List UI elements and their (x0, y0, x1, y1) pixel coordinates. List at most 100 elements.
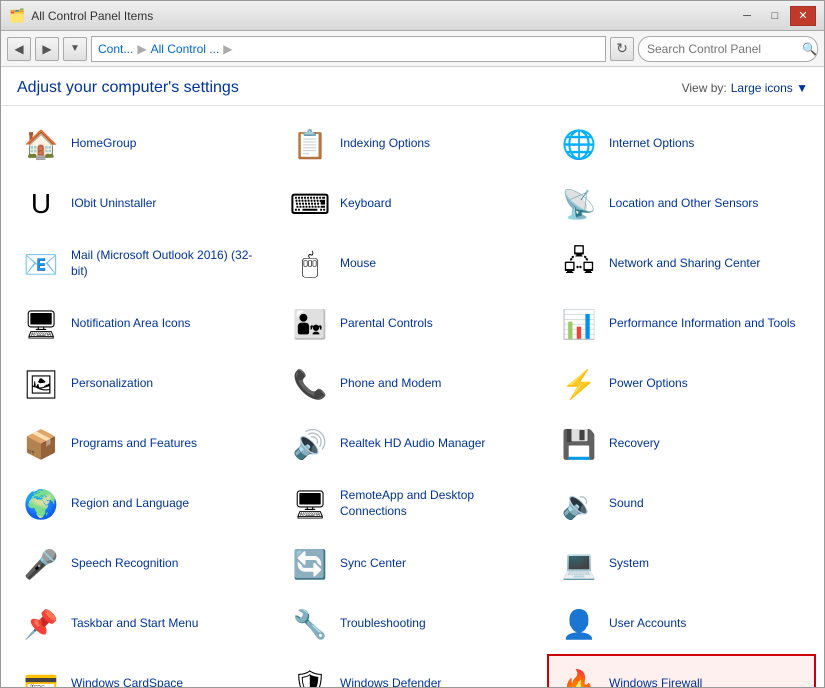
label-sync-center: Sync Center (340, 556, 406, 572)
item-indexing-options[interactable]: 📋 Indexing Options (278, 114, 547, 174)
item-network-sharing[interactable]: 🖧 Network and Sharing Center (547, 234, 816, 294)
view-by-control: View by: Large icons ▼ (682, 81, 808, 95)
search-input[interactable] (647, 42, 802, 56)
icon-user-accounts: 👤 (559, 604, 599, 644)
label-phone-modem: Phone and Modem (340, 376, 441, 392)
label-parental-controls: Parental Controls (340, 316, 433, 332)
title-bar-controls: ─ □ ✕ (734, 6, 816, 26)
label-network-sharing: Network and Sharing Center (609, 256, 760, 272)
item-personalization[interactable]: 🖼 Personalization (9, 354, 278, 414)
item-location-sensors[interactable]: 📡Location and Other Sensors (547, 174, 816, 234)
header-bar: Adjust your computer's settings View by:… (1, 67, 824, 106)
icon-recovery: 💾 (559, 424, 599, 464)
main-window: 🗂️ All Control Panel Items ─ □ ✕ ◀ ▶ ▼ C… (0, 0, 825, 688)
label-iobit-uninstaller: IObit Uninstaller (71, 196, 156, 212)
label-programs-features: Programs and Features (71, 436, 197, 452)
label-notification-icons: Notification Area Icons (71, 316, 190, 332)
search-bar: 🔍 (638, 36, 818, 62)
item-programs-features[interactable]: 📦 Programs and Features (9, 414, 278, 474)
forward-button[interactable]: ▶ (35, 37, 59, 61)
item-phone-modem[interactable]: 📞Phone and Modem (278, 354, 547, 414)
label-system: System (609, 556, 649, 572)
icon-sound: 🔉 (559, 484, 599, 524)
item-parental-controls[interactable]: 👨‍👧 Parental Controls (278, 294, 547, 354)
item-internet-options[interactable]: 🌐 Internet Options (547, 114, 816, 174)
item-mail[interactable]: 📧Mail (Microsoft Outlook 2016) (32-bit) (9, 234, 278, 294)
item-windows-defender[interactable]: 🛡 Windows Defender (278, 654, 547, 687)
page-title: Adjust your computer's settings (17, 79, 239, 97)
icon-personalization: 🖼 (21, 364, 61, 404)
icon-power-options: ⚡ (559, 364, 599, 404)
label-remoteapp: RemoteApp and Desktop Connections (340, 488, 535, 519)
view-by-dropdown[interactable]: Large icons ▼ (731, 81, 808, 95)
item-user-accounts[interactable]: 👤 User Accounts (547, 594, 816, 654)
label-windows-firewall: Windows Firewall (609, 676, 702, 687)
icon-iobit-uninstaller: U (21, 184, 61, 224)
icon-windows-defender: 🛡 (290, 664, 330, 687)
back-button[interactable]: ◀ (7, 37, 31, 61)
close-button[interactable]: ✕ (790, 6, 816, 26)
item-mouse[interactable]: 🖱Mouse (278, 234, 547, 294)
address-bar: ◀ ▶ ▼ Cont... ▶ All Control ... ▶ ↻ 🔍 (1, 31, 824, 67)
label-indexing-options: Indexing Options (340, 136, 430, 152)
breadcrumb: Cont... ▶ All Control ... ▶ (91, 36, 606, 62)
item-sound[interactable]: 🔉 Sound (547, 474, 816, 534)
item-power-options[interactable]: ⚡ Power Options (547, 354, 816, 414)
item-sync-center[interactable]: 🔄Sync Center (278, 534, 547, 594)
item-keyboard[interactable]: ⌨Keyboard (278, 174, 547, 234)
label-sound: Sound (609, 496, 644, 512)
item-windows-cardspace[interactable]: 💳Windows CardSpace (9, 654, 278, 687)
item-recovery[interactable]: 💾Recovery (547, 414, 816, 474)
item-iobit-uninstaller[interactable]: U IObit Uninstaller (9, 174, 278, 234)
icon-troubleshooting: 🔧 (290, 604, 330, 644)
icon-homegroup: 🏠 (21, 124, 61, 164)
item-realtek[interactable]: 🔊 Realtek HD Audio Manager (278, 414, 547, 474)
item-homegroup[interactable]: 🏠 HomeGroup (9, 114, 278, 174)
item-region-language[interactable]: 🌍Region and Language (9, 474, 278, 534)
items-grid: 🏠 HomeGroup 📋 Indexing Options 🌐 Internet Opt… (1, 106, 824, 687)
label-homegroup: HomeGroup (71, 136, 136, 152)
item-remoteapp[interactable]: 🖥 RemoteApp and Desktop Connections (278, 474, 547, 534)
item-notification-icons[interactable]: 🖥Notification Area Icons (9, 294, 278, 354)
item-performance[interactable]: 📊 Performance Information and Tools (547, 294, 816, 354)
breadcrumb-all-control[interactable]: All Control ... (151, 42, 220, 56)
icon-parental-controls: 👨‍👧 (290, 304, 330, 344)
label-mail: Mail (Microsoft Outlook 2016) (32-bit) (71, 248, 266, 279)
label-taskbar-start: Taskbar and Start Menu (71, 616, 198, 632)
window-icon: 🗂️ (9, 8, 25, 24)
label-internet-options: Internet Options (609, 136, 694, 152)
label-windows-cardspace: Windows CardSpace (71, 676, 183, 687)
label-troubleshooting: Troubleshooting (340, 616, 426, 632)
item-taskbar-start[interactable]: 📌Taskbar and Start Menu (9, 594, 278, 654)
icon-performance: 📊 (559, 304, 599, 344)
item-windows-firewall[interactable]: 🔥 Windows Firewall (547, 654, 816, 687)
icon-system: 💻 (559, 544, 599, 584)
maximize-button[interactable]: □ (762, 6, 788, 26)
item-speech-recognition[interactable]: 🎤 Speech Recognition (9, 534, 278, 594)
label-realtek: Realtek HD Audio Manager (340, 436, 485, 452)
title-bar-left: 🗂️ All Control Panel Items (9, 8, 153, 24)
item-troubleshooting[interactable]: 🔧 Troubleshooting (278, 594, 547, 654)
label-power-options: Power Options (609, 376, 688, 392)
search-icon[interactable]: 🔍 (802, 42, 817, 56)
icon-speech-recognition: 🎤 (21, 544, 61, 584)
item-system[interactable]: 💻 System (547, 534, 816, 594)
icon-mouse: 🖱 (290, 244, 330, 284)
label-performance: Performance Information and Tools (609, 316, 796, 332)
icon-programs-features: 📦 (21, 424, 61, 464)
icon-internet-options: 🌐 (559, 124, 599, 164)
icon-network-sharing: 🖧 (559, 244, 599, 284)
title-bar: 🗂️ All Control Panel Items ─ □ ✕ (1, 1, 824, 31)
label-user-accounts: User Accounts (609, 616, 686, 632)
label-personalization: Personalization (71, 376, 153, 392)
minimize-button[interactable]: ─ (734, 6, 760, 26)
icon-windows-firewall: 🔥 (559, 664, 599, 687)
icon-indexing-options: 📋 (290, 124, 330, 164)
refresh-button[interactable]: ↻ (610, 37, 634, 61)
icon-realtek: 🔊 (290, 424, 330, 464)
label-speech-recognition: Speech Recognition (71, 556, 178, 572)
up-button[interactable]: ▼ (63, 37, 87, 61)
icon-remoteapp: 🖥 (290, 484, 330, 524)
breadcrumb-cont[interactable]: Cont... (98, 42, 133, 56)
label-windows-defender: Windows Defender (340, 676, 441, 687)
